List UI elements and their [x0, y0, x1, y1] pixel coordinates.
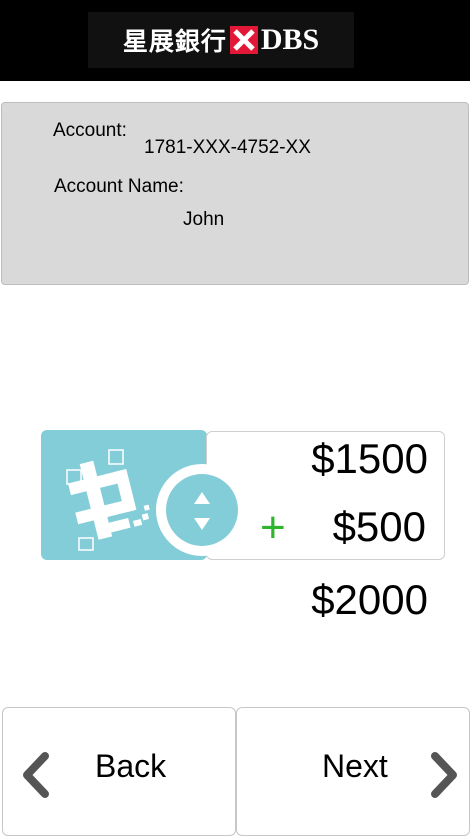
app-header: 星展銀行 DBS: [0, 0, 470, 81]
account-info-panel: Account: 1781-XXX-4752-XX Account Name: …: [1, 102, 469, 285]
dbs-logo: 星展銀行 DBS: [88, 12, 354, 68]
added-amount: $500: [332, 503, 426, 550]
next-button-label: Next: [322, 748, 388, 784]
existing-amount: $1500: [311, 435, 428, 482]
bank-name-chinese: 星展銀行: [122, 27, 227, 56]
up-down-arrows-icon: [194, 492, 210, 530]
account-label: Account:: [53, 120, 127, 141]
account-number: 1781-XXX-4752-XX: [144, 137, 311, 158]
account-name-value: John: [183, 209, 225, 230]
total-amount: $2000: [311, 576, 428, 623]
bank-name-english: DBS: [260, 23, 320, 56]
chevron-right-icon: [431, 752, 457, 798]
swap-toggle-button[interactable]: [156, 464, 248, 556]
back-button-label: Back: [95, 748, 167, 784]
chevron-left-icon: [23, 752, 49, 798]
back-button[interactable]: Back: [2, 707, 236, 836]
plus-operator: +: [260, 503, 286, 552]
account-name-label: Account Name:: [54, 176, 184, 197]
next-button[interactable]: Next: [236, 707, 470, 836]
dbs-x-icon: [229, 26, 258, 54]
